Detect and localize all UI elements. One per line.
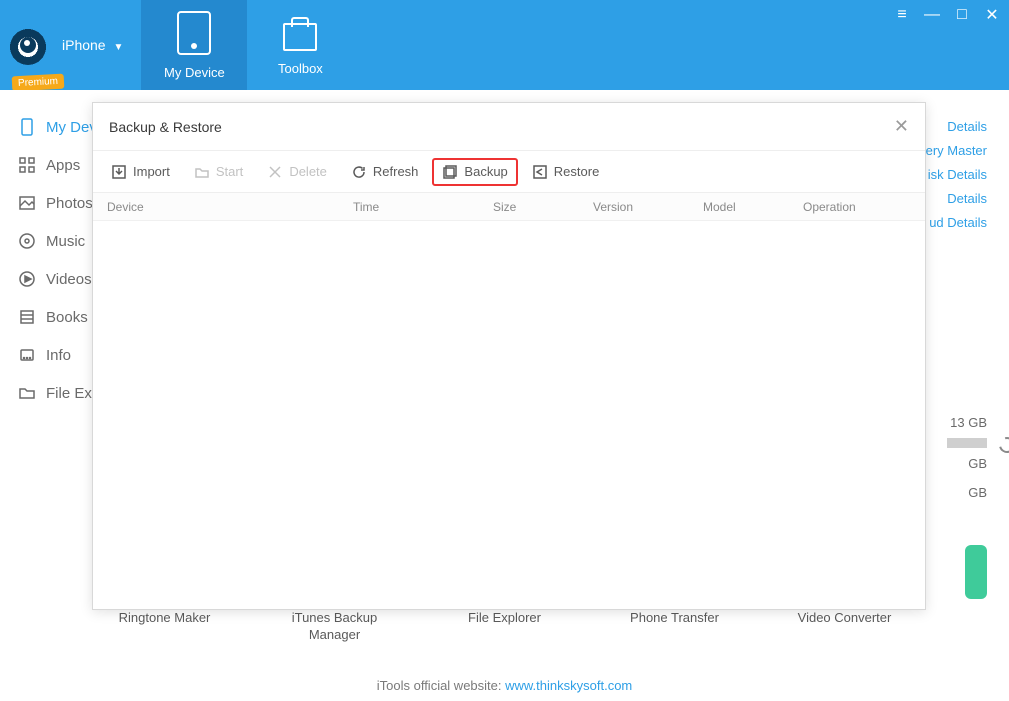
close-icon[interactable]: ✕: [983, 6, 1001, 24]
import-icon: [111, 164, 127, 180]
btn-label: Restore: [554, 164, 600, 179]
tool-video-converter[interactable]: Video Converter: [790, 610, 900, 644]
action-button[interactable]: [965, 545, 987, 599]
chevron-down-icon: ▼: [113, 42, 123, 53]
dialog-header: Backup & Restore ✕: [93, 103, 925, 151]
toolbox-icon: [283, 23, 317, 51]
backup-button[interactable]: Backup: [432, 158, 517, 186]
refresh-icon[interactable]: [996, 434, 1009, 456]
folder-icon: [194, 164, 210, 180]
sidebar-label: Info: [46, 347, 71, 364]
apps-icon: [18, 156, 36, 174]
app-header: Premium iPhone ▼ My Device Toolbox ≡ — □…: [0, 0, 1009, 90]
maximize-icon[interactable]: □: [953, 6, 971, 24]
table-header: Device Time Size Version Model Operation: [93, 193, 925, 221]
minimize-icon[interactable]: —: [923, 6, 941, 24]
restore-icon: [532, 164, 548, 180]
storage-value: 13 GB: [947, 415, 987, 430]
storage-bar: [947, 438, 987, 448]
tool-file-explorer[interactable]: File Explorer: [450, 610, 560, 644]
table-body: [93, 221, 925, 609]
logo-area: Premium iPhone ▼: [0, 0, 141, 90]
btn-label: Start: [216, 164, 243, 179]
dialog-title: Backup & Restore: [109, 119, 222, 135]
sidebar-label: Photos: [46, 195, 93, 212]
btn-label: Import: [133, 164, 170, 179]
storage-value: GB: [947, 485, 987, 500]
btn-label: Refresh: [373, 164, 419, 179]
tool-itunes-backup-manager[interactable]: iTunes Backup Manager: [280, 610, 390, 644]
bottom-tool-row: Ringtone Maker iTunes Backup Manager Fil…: [0, 610, 1009, 644]
sidebar-label: Books: [46, 309, 88, 326]
col-size: Size: [493, 200, 593, 214]
tab-label: Toolbox: [278, 61, 323, 76]
device-icon: [18, 118, 36, 136]
storage-value: GB: [947, 456, 987, 471]
books-icon: [18, 308, 36, 326]
col-version: Version: [593, 200, 703, 214]
backup-icon: [442, 164, 458, 180]
phone-icon: [177, 11, 211, 55]
footer-link[interactable]: www.thinkskysoft.com: [505, 678, 632, 693]
videos-icon: [18, 270, 36, 288]
btn-label: Backup: [464, 164, 507, 179]
footer-text: iTools official website:: [377, 678, 505, 693]
tool-ringtone-maker[interactable]: Ringtone Maker: [110, 610, 220, 644]
photos-icon: [18, 194, 36, 212]
col-operation: Operation: [803, 200, 925, 214]
delete-button: Delete: [257, 158, 337, 186]
refresh-icon: [351, 164, 367, 180]
start-button: Start: [184, 158, 253, 186]
footer: iTools official website: www.thinkskysof…: [0, 678, 1009, 693]
menu-icon[interactable]: ≡: [893, 6, 911, 24]
refresh-button[interactable]: Refresh: [341, 158, 429, 186]
info-icon: [18, 346, 36, 364]
app-logo-icon: [8, 25, 48, 65]
sidebar-label: Apps: [46, 157, 80, 174]
storage-panel: 13 GB GB GB: [947, 415, 987, 500]
delete-icon: [267, 164, 283, 180]
tab-toolbox[interactable]: Toolbox: [247, 0, 353, 90]
restore-button[interactable]: Restore: [522, 158, 610, 186]
folder-icon: [18, 384, 36, 402]
tool-phone-transfer[interactable]: Phone Transfer: [620, 610, 730, 644]
col-time: Time: [353, 200, 493, 214]
sidebar-label: Music: [46, 233, 85, 250]
window-controls: ≡ — □ ✕: [893, 6, 1001, 24]
backup-restore-dialog: Backup & Restore ✕ Import Start Delete R…: [92, 102, 926, 610]
btn-label: Delete: [289, 164, 327, 179]
tab-label: My Device: [164, 65, 225, 80]
dialog-toolbar: Import Start Delete Refresh Backup Resto…: [93, 151, 925, 193]
col-model: Model: [703, 200, 803, 214]
tab-my-device[interactable]: My Device: [141, 0, 247, 90]
import-button[interactable]: Import: [101, 158, 180, 186]
device-name-label: iPhone: [62, 37, 106, 53]
music-icon: [18, 232, 36, 250]
close-icon[interactable]: ✕: [894, 116, 909, 137]
connected-device-dropdown[interactable]: iPhone ▼: [62, 37, 123, 53]
col-device: Device: [93, 200, 353, 214]
sidebar-label: Videos: [46, 271, 92, 288]
premium-badge: Premium: [12, 74, 65, 92]
